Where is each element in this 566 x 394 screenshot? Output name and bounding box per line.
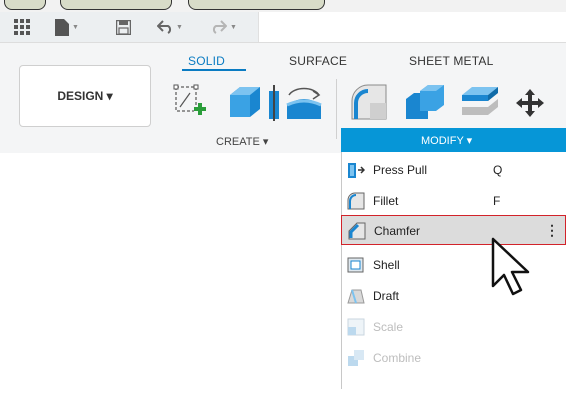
create-group-label[interactable]: CREATE ▾ bbox=[216, 135, 268, 148]
chevron-down-icon: ▼ bbox=[176, 23, 183, 31]
grid-icon[interactable] bbox=[14, 18, 30, 36]
extrude-icon[interactable] bbox=[226, 83, 264, 126]
menu-item-label: Fillet bbox=[373, 194, 399, 208]
press-pull-icon bbox=[347, 161, 366, 179]
file-icon[interactable]: ▼ bbox=[55, 18, 79, 36]
undo-icon[interactable]: ▼ bbox=[157, 18, 183, 36]
sketch-icon[interactable] bbox=[172, 83, 208, 124]
design-label: DESIGN ▾ bbox=[57, 89, 113, 103]
design-workspace-button[interactable]: DESIGN ▾ bbox=[19, 65, 151, 127]
ribbon-divider bbox=[336, 79, 337, 139]
top-strip bbox=[0, 0, 566, 12]
active-tab-indicator bbox=[182, 69, 246, 71]
draft-icon bbox=[347, 287, 365, 305]
menu-item-press-pull[interactable]: Press Pull Q bbox=[341, 155, 566, 185]
menu-item-shortcut: Q bbox=[493, 163, 503, 177]
menu-item-label: Combine bbox=[373, 351, 422, 365]
shell-icon bbox=[347, 256, 365, 274]
combine-icon[interactable] bbox=[404, 83, 446, 126]
mouse-cursor-icon bbox=[490, 236, 536, 303]
scale-icon bbox=[347, 318, 365, 336]
shell-icon[interactable] bbox=[458, 85, 502, 126]
move-icon[interactable] bbox=[514, 87, 546, 124]
fillet-icon bbox=[347, 192, 365, 210]
menu-item-label: Shell bbox=[373, 258, 400, 272]
menu-item-fillet[interactable]: Fillet F bbox=[341, 186, 566, 216]
menu-item-label: Chamfer bbox=[374, 224, 421, 238]
quick-access-toolbar: ▼ ▼ ▼ bbox=[0, 12, 566, 42]
combine-icon bbox=[347, 349, 365, 367]
menu-item-label: Scale bbox=[373, 320, 404, 334]
fillet-icon[interactable] bbox=[350, 83, 388, 126]
save-icon[interactable] bbox=[116, 18, 131, 36]
revolve-icon[interactable] bbox=[267, 85, 281, 126]
menu-item-label: Press Pull bbox=[373, 163, 428, 177]
window-tab-pill[interactable] bbox=[60, 0, 172, 10]
redo-icon[interactable]: ▼ bbox=[211, 18, 237, 36]
tab-solid[interactable]: SOLID bbox=[188, 54, 225, 68]
more-options-icon[interactable]: ⋮ bbox=[545, 222, 559, 239]
document-tab-area bbox=[258, 12, 566, 42]
tab-surface[interactable]: SURFACE bbox=[289, 54, 347, 68]
tab-sheet-metal[interactable]: SHEET METAL bbox=[409, 54, 493, 68]
chevron-down-icon: ▼ bbox=[230, 23, 237, 31]
chevron-down-icon: ▼ bbox=[72, 23, 79, 31]
loft-icon[interactable] bbox=[283, 87, 325, 126]
window-tab-pill[interactable] bbox=[4, 0, 46, 10]
menu-item-combine[interactable]: Combine bbox=[341, 343, 566, 373]
menu-item-label: Draft bbox=[373, 289, 400, 303]
menu-item-shortcut: F bbox=[493, 194, 501, 208]
chamfer-icon bbox=[348, 222, 366, 240]
modify-group-label[interactable]: MODIFY ▾ bbox=[421, 134, 472, 147]
window-tab-pill[interactable] bbox=[188, 0, 325, 10]
menu-item-scale[interactable]: Scale bbox=[341, 312, 566, 342]
